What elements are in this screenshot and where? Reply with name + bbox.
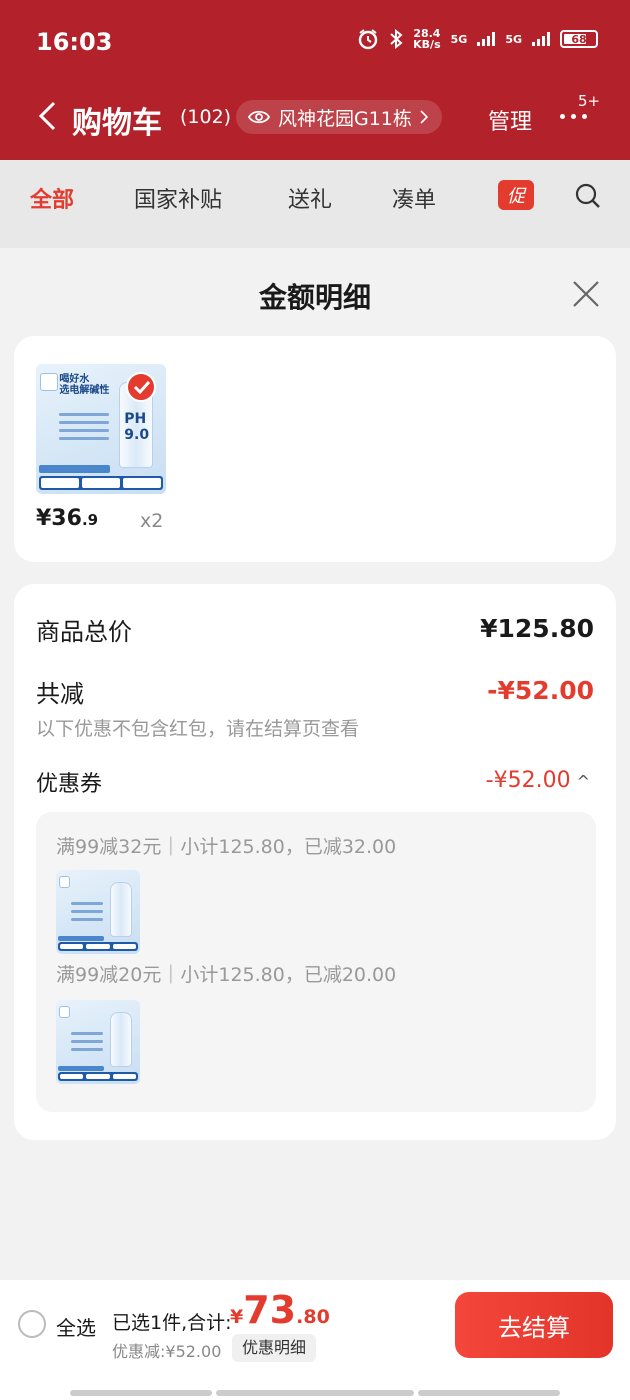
status-bar: 16:03 28.4 KB/s 5G 5G 68 [0,0,630,80]
alarm-icon [358,29,378,50]
tab-bundle[interactable]: 凑单 [392,182,436,214]
reduce-label: 共减 [36,680,84,708]
coupon-value: -¥52.00 [485,768,571,793]
total-currency: ¥ [230,1306,244,1328]
checkout-bar: 全选 已选1件,合计: ¥73.80 优惠减:¥52.00 优惠明细 去结算 [0,1280,630,1400]
sheet-title: 金额明细 [258,281,371,314]
coupon-label: 优惠券 [36,772,103,797]
tab-national-subsidy[interactable]: 国家补贴 [134,182,222,214]
top-header: 16:03 28.4 KB/s 5G 5G 68 购物车 (102) 风神花园G… [0,0,630,160]
more-badge: 5+ [578,92,601,110]
chevron-right-icon [420,110,428,124]
signal-icon-2 [532,32,550,46]
discount-note: 以下优惠不包含红包，请在结算页查看 [36,718,360,740]
chevron-up-icon: ^ [576,772,590,791]
total-int: 73 [243,1288,297,1332]
checkout-button[interactable]: 去结算 [455,1292,613,1358]
selected-check-icon [126,372,156,402]
cart-count: (102) [180,106,232,128]
product-image-title: 喝好水 选电解碱性 [59,374,110,397]
total-decimal: .80 [296,1306,330,1328]
close-icon[interactable] [570,278,602,310]
coupon-product-image-1 [56,870,140,954]
selected-summary: 已选1件,合计: [112,1312,232,1334]
discount-summary: 优惠减:¥52.00 [112,1342,222,1361]
coupon-product-image-2 [56,1000,140,1084]
address-selector[interactable]: 风神花园G11栋 [236,100,442,134]
signal-icon [477,32,496,46]
coupon-line-1: 满99减32元｜小计125.80，已减32.00 [56,836,397,858]
goods-price: ¥36.9 [36,506,98,531]
tab-all[interactable]: 全部 [30,182,74,214]
goods-quantity: x2 [140,510,164,532]
goods-price-main: ¥36 [36,506,82,531]
amount-detail-sheet: 金额明细 喝好水 选电解碱性 PH 9.0 ¥36.9 x2 商品总价 ¥125.8… [0,248,630,1400]
bluetooth-icon [390,29,403,49]
battery-level: 68 [571,32,587,46]
coupon-line-2: 满99减20元｜小计125.80，已减20.00 [56,964,397,986]
tab-gift[interactable]: 送礼 [288,182,332,214]
total-value: ¥125.80 [480,614,594,643]
nav-bar: 购物车 (102) 风神花园G11栋 管理 5+ [0,86,630,146]
network-speed: 28.4 KB/s [413,28,440,50]
back-icon[interactable] [36,100,58,132]
coupon-detail-box: 满99减32元｜小计125.80，已减32.00 满99减20元｜小计125.8… [36,812,596,1112]
page-title: 购物车 [72,106,162,141]
price-detail-card: 商品总价 ¥125.80 共减 -¥52.00 以下优惠不包含红包，请在结算页查… [14,584,616,1140]
search-icon[interactable] [574,182,602,210]
sim1-label: 5G [450,32,468,46]
battery-icon: 68 [560,30,598,48]
reduce-value: -¥52.00 [487,676,594,705]
goods-card: 喝好水 选电解碱性 PH 9.0 ¥36.9 x2 [14,336,616,562]
total-amount: ¥73.80 [230,1288,330,1332]
more-icon[interactable] [560,114,587,119]
status-time: 16:03 [36,28,113,56]
category-tabs: 全部 国家补贴 送礼 凑单 促 [0,160,630,248]
address-text: 风神花园G11栋 [278,107,412,130]
promo-tag[interactable]: 促 [498,180,534,210]
eye-icon [248,110,270,124]
sim2-label: 5G [505,32,522,46]
goods-price-decimal: .9 [81,511,99,529]
nav-gesture-bar [0,1390,630,1396]
coupon-toggle[interactable]: -¥52.00 ^ [486,768,590,793]
product-image-ph: PH 9.0 [124,410,150,443]
select-all-label[interactable]: 全选 [56,1312,96,1341]
total-label: 商品总价 [36,618,132,646]
speed-unit: KB/s [413,38,441,51]
discount-detail-button[interactable]: 优惠明细 [232,1334,317,1362]
status-icons: 28.4 KB/s 5G 5G 68 [357,28,598,50]
manage-button[interactable]: 管理 [488,104,532,136]
select-all-radio[interactable] [18,1310,46,1338]
